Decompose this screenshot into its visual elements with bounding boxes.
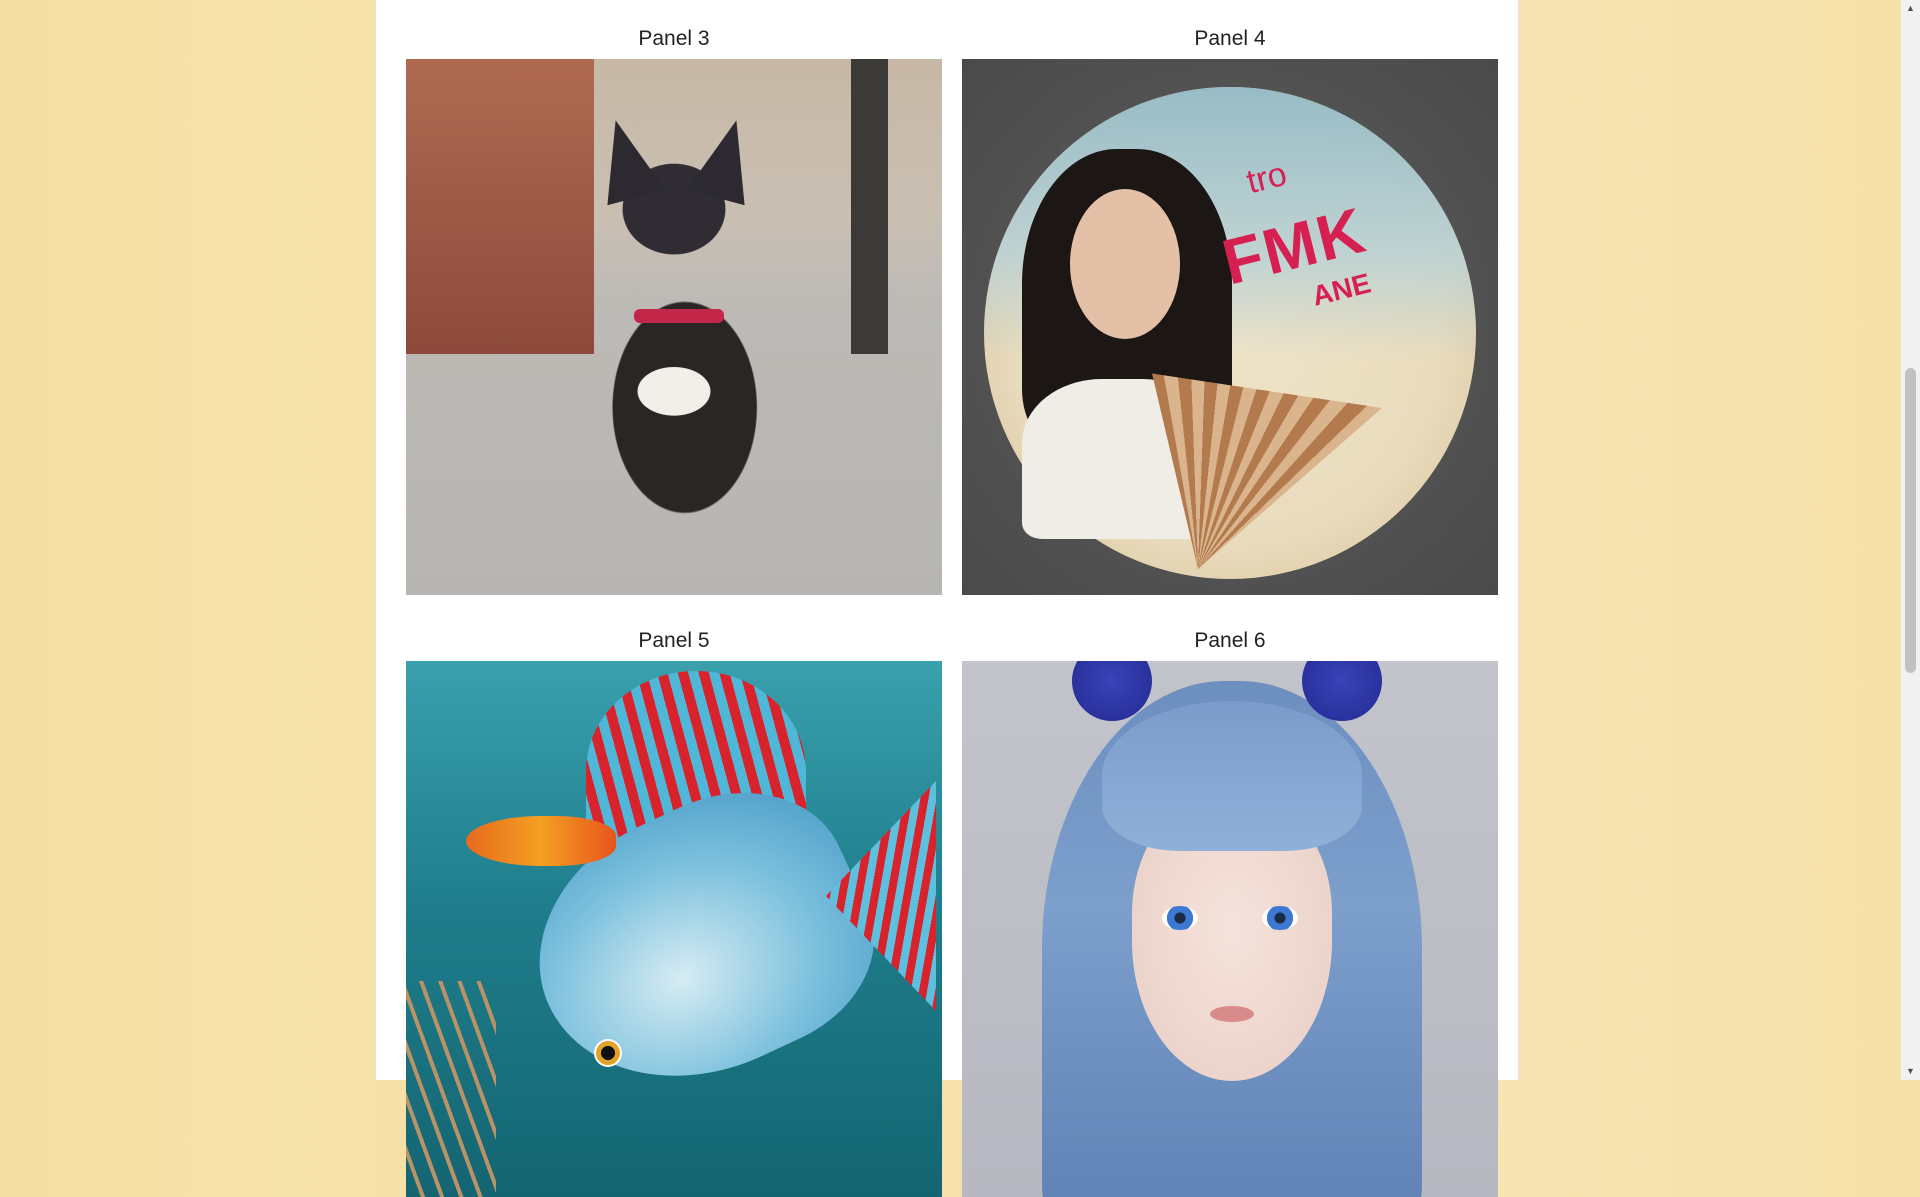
fish-body [496, 753, 906, 1129]
small-orange-fish [466, 816, 616, 866]
girl-face [1070, 189, 1180, 339]
blue-haired-girl-image [962, 661, 1498, 1197]
scrollbar-thumb[interactable] [1905, 368, 1916, 673]
dog-ear [587, 113, 666, 206]
tree-trunk [850, 59, 889, 354]
fish-eye [594, 1039, 622, 1067]
girl-lips [1210, 1006, 1254, 1022]
triangle-down-icon[interactable]: ▼ [1901, 1063, 1920, 1080]
dog-ear [687, 113, 766, 206]
panel-4: Panel 4 tro FMK ANE [962, 19, 1498, 595]
page-content: Panel 3 Panel 4 tro FMK ANE Panel 5 Pane… [375, 0, 1519, 1197]
girl-eye [1162, 906, 1198, 930]
vertical-scrollbar[interactable]: ▲ ▼ [1901, 0, 1920, 1080]
panel-title: Panel 3 [638, 27, 710, 50]
triangle-up-icon[interactable]: ▲ [1901, 0, 1920, 17]
panel-title: Panel 6 [1194, 629, 1266, 652]
panel-6: Panel 6 [962, 621, 1498, 1197]
panel-5: Panel 5 [406, 621, 942, 1197]
fish-image [406, 661, 942, 1197]
dog-image [406, 59, 942, 595]
girl-eye [1262, 906, 1298, 930]
dog-collar [634, 309, 724, 323]
brick-building [406, 59, 594, 354]
panel-3: Panel 3 [406, 19, 942, 595]
panel-title: Panel 4 [1194, 27, 1266, 50]
coral [406, 981, 496, 1197]
plaque-image: tro FMK ANE [962, 59, 1498, 595]
panel-title: Panel 5 [638, 629, 710, 652]
girl-bangs [1102, 701, 1362, 851]
